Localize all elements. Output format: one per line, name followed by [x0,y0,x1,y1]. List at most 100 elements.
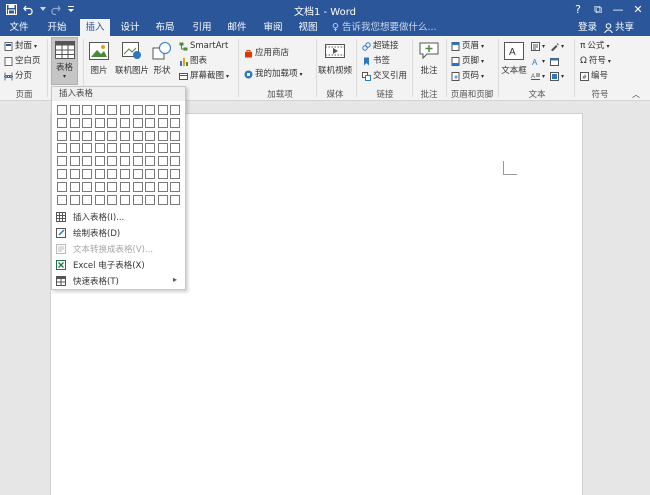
signin-link[interactable]: 登录 [578,19,597,36]
grid-cell[interactable] [170,117,181,128]
grid-cell[interactable] [132,130,143,141]
grid-cell[interactable] [145,181,156,192]
grid-cell[interactable] [94,156,105,167]
grid-cell[interactable] [170,156,181,167]
table-size-grid[interactable] [57,105,183,208]
grid-cell[interactable] [145,130,156,141]
online-picture-button[interactable]: 联机图片 [114,39,150,76]
tab-design[interactable]: 设计 [115,19,145,36]
grid-cell[interactable] [120,169,130,179]
grid-cell[interactable] [145,156,156,167]
share-button[interactable]: 共享 [604,19,634,36]
tab-insert[interactable]: 插入 [80,19,110,36]
draw-table-item[interactable]: 绘制表格(D) [52,225,185,241]
blank-page-button[interactable]: 空白页 [4,55,41,68]
grid-cell[interactable] [157,169,168,179]
grid-cell[interactable] [82,169,93,179]
grid-cell[interactable] [94,117,105,128]
grid-cell[interactable] [132,181,143,192]
page-number-button[interactable]: # 页码 ▾ [451,70,484,83]
store-button[interactable]: 应用商店 [244,47,289,60]
tab-file[interactable]: 文件 [4,19,34,36]
hyperlink-button[interactable]: 超链接 [362,40,399,53]
online-video-button[interactable]: 联机视频 [318,39,352,76]
number-button[interactable]: # 编号 [580,70,608,83]
grid-cell[interactable] [82,105,93,115]
grid-cell[interactable] [120,194,130,205]
grid-cell[interactable] [107,130,118,141]
grid-cell[interactable] [170,143,181,154]
grid-cell[interactable] [82,143,93,154]
page-break-button[interactable]: 分页 [4,70,32,83]
signature-line-button[interactable]: ▾ [550,40,564,53]
quick-parts-button[interactable]: ▾ [531,40,545,53]
grid-cell[interactable] [94,143,105,154]
my-addins-button[interactable]: 我的加载项 ▾ [244,68,303,81]
grid-cell[interactable] [132,117,143,128]
grid-cell[interactable] [170,181,181,192]
grid-cell[interactable] [57,105,67,115]
grid-cell[interactable] [57,194,67,205]
grid-cell[interactable] [94,130,105,141]
cross-reference-button[interactable]: 交叉引用 [362,70,407,83]
grid-cell[interactable] [145,117,156,128]
comment-button[interactable]: 批注 [416,39,442,76]
excel-spreadsheet-item[interactable]: Excel 电子表格(X) [52,257,185,273]
footer-button[interactable]: 页脚 ▾ [451,55,484,68]
grid-cell[interactable] [120,105,130,115]
grid-cell[interactable] [157,130,168,141]
grid-cell[interactable] [107,117,118,128]
grid-cell[interactable] [57,181,67,192]
tab-review[interactable]: 审阅 [258,19,288,36]
grid-cell[interactable] [57,130,67,141]
picture-button[interactable]: 图片 [87,39,111,76]
grid-cell[interactable] [157,194,168,205]
grid-cell[interactable] [157,117,168,128]
grid-cell[interactable] [157,156,168,167]
tab-references[interactable]: 引用 [187,19,217,36]
grid-cell[interactable] [69,169,80,179]
grid-cell[interactable] [157,105,168,115]
grid-cell[interactable] [120,143,130,154]
grid-cell[interactable] [69,117,80,128]
grid-cell[interactable] [107,105,118,115]
chart-button[interactable]: 图表 [179,55,207,68]
insert-table-item[interactable]: 插入表格(I)... [52,209,185,225]
grid-cell[interactable] [94,181,105,192]
grid-cell[interactable] [132,194,143,205]
grid-cell[interactable] [145,105,156,115]
grid-cell[interactable] [82,181,93,192]
grid-cell[interactable] [120,181,130,192]
grid-cell[interactable] [82,194,93,205]
smartart-button[interactable]: SmartArt [179,40,228,53]
textbox-button[interactable]: A 文本框 [500,39,528,76]
tab-mailings[interactable]: 邮件 [222,19,252,36]
cover-page-button[interactable]: 封面 ▾ [4,40,37,53]
tab-home[interactable]: 开始 [42,19,72,36]
grid-cell[interactable] [170,130,181,141]
grid-cell[interactable] [69,156,80,167]
date-time-button[interactable] [550,55,561,68]
grid-cell[interactable] [57,117,67,128]
grid-cell[interactable] [157,181,168,192]
grid-cell[interactable] [82,156,93,167]
grid-cell[interactable] [132,169,143,179]
grid-cell[interactable] [132,156,143,167]
grid-cell[interactable] [145,169,156,179]
grid-cell[interactable] [132,143,143,154]
grid-cell[interactable] [120,130,130,141]
tab-layout[interactable]: 布局 [150,19,180,36]
grid-cell[interactable] [120,156,130,167]
grid-cell[interactable] [170,105,181,115]
symbol-button[interactable]: Ω 符号 ▾ [580,55,611,68]
shapes-button[interactable]: 形状 [151,39,173,76]
grid-cell[interactable] [57,156,67,167]
tab-view[interactable]: 视图 [293,19,323,36]
grid-cell[interactable] [69,143,80,154]
grid-cell[interactable] [57,143,67,154]
grid-cell[interactable] [107,143,118,154]
grid-cell[interactable] [82,130,93,141]
equation-button[interactable]: π 公式 ▾ [580,40,609,53]
collapse-ribbon-button[interactable]: ︿ [632,88,640,101]
grid-cell[interactable] [94,169,105,179]
